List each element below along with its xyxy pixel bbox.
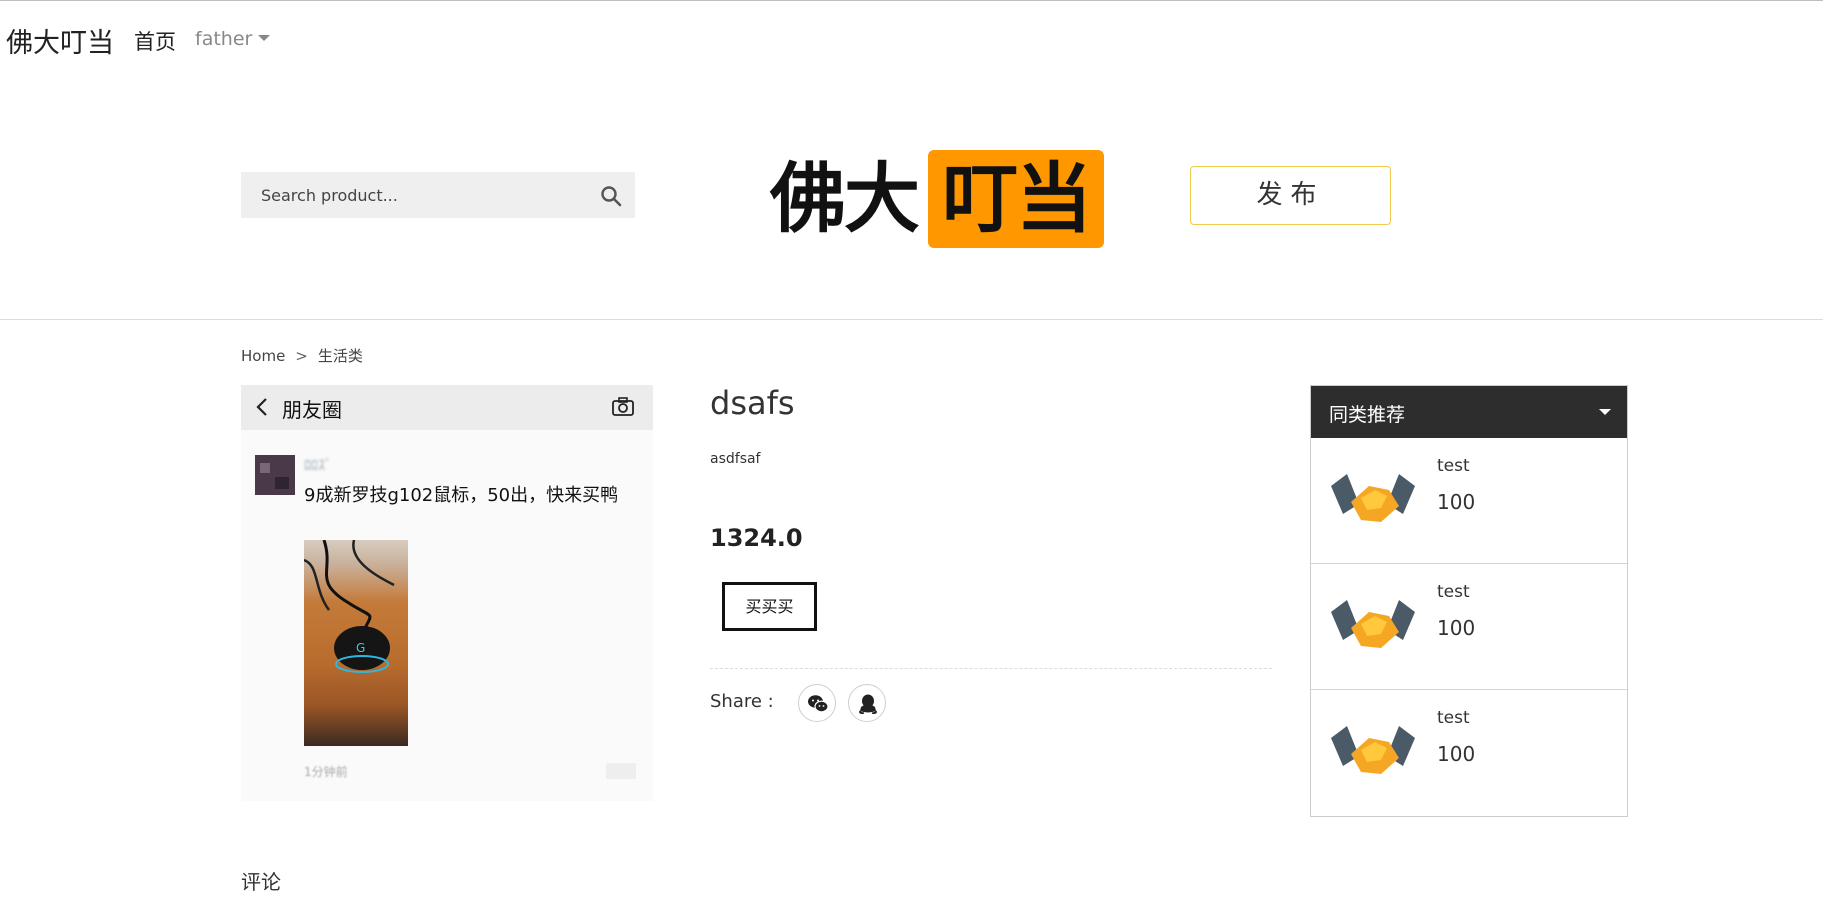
mouse-photo: G bbox=[304, 540, 408, 746]
breadcrumb-home[interactable]: Home bbox=[241, 347, 285, 365]
navbar: 佛大叮当 首页 father bbox=[0, 1, 1823, 73]
product-image: 朋友圈 ﾛﾛｽﾞ 9成新罗技g102鼠标，50出，快来买鸭 G 1分钟前 bbox=[241, 385, 653, 801]
camera-icon bbox=[612, 397, 634, 416]
image-topbar: 朋友圈 bbox=[241, 385, 653, 430]
breadcrumb: Home > 生活类 bbox=[241, 345, 363, 366]
qq-share-button[interactable] bbox=[848, 684, 886, 722]
recommendation-item[interactable]: test 100 bbox=[1311, 564, 1627, 690]
recommendation-name: test bbox=[1437, 456, 1470, 476]
buy-button[interactable]: 买买买 bbox=[722, 582, 817, 631]
image-topbar-title: 朋友圈 bbox=[282, 398, 342, 422]
recommendation-name: test bbox=[1437, 582, 1470, 602]
svg-text:G: G bbox=[356, 641, 365, 655]
wechat-icon bbox=[808, 695, 829, 713]
post-text: 9成新罗技g102鼠标，50出，快来买鸭 bbox=[304, 485, 619, 506]
product-description: asdfsaf bbox=[710, 451, 761, 467]
recommendation-name: test bbox=[1437, 708, 1470, 728]
breadcrumb-separator: > bbox=[295, 347, 308, 365]
handshake-icon bbox=[1331, 474, 1415, 522]
handshake-icon bbox=[1331, 600, 1415, 648]
publish-button[interactable]: 发布 bbox=[1190, 166, 1391, 225]
logo-text-left: 佛大 bbox=[770, 154, 920, 243]
recommendation-price: 100 bbox=[1437, 742, 1476, 766]
recommendation-title: 同类推荐 bbox=[1329, 404, 1406, 426]
avatar bbox=[255, 455, 295, 495]
caret-down-icon bbox=[1599, 409, 1611, 415]
wechat-share-button[interactable] bbox=[798, 684, 836, 722]
user-dropdown[interactable]: father bbox=[195, 28, 271, 50]
brand-link[interactable]: 佛大叮当 bbox=[6, 21, 114, 60]
qq-icon bbox=[859, 694, 877, 714]
recommendation-panel: 同类推荐 test 100 test 100 test 100 bbox=[1310, 385, 1628, 817]
breadcrumb-category[interactable]: 生活类 bbox=[318, 347, 363, 365]
nav-home-link[interactable]: 首页 bbox=[134, 26, 176, 56]
user-name: father bbox=[195, 28, 253, 50]
site-logo[interactable]: 佛大 叮当 bbox=[770, 150, 1104, 248]
back-arrow-icon bbox=[256, 398, 267, 416]
product-title: dsafs bbox=[710, 384, 795, 422]
caret-down-icon bbox=[258, 35, 271, 41]
recommendation-price: 100 bbox=[1437, 616, 1476, 640]
post-nickname: ﾛﾛｽﾞ bbox=[304, 458, 332, 474]
recommendation-item[interactable]: test 100 bbox=[1311, 690, 1627, 816]
header-divider bbox=[0, 319, 1823, 320]
recommendation-header[interactable]: 同类推荐 bbox=[1311, 386, 1627, 438]
search-icon[interactable] bbox=[599, 184, 623, 208]
recommendation-price: 100 bbox=[1437, 490, 1476, 514]
search-input[interactable] bbox=[241, 172, 581, 218]
divider bbox=[710, 668, 1272, 669]
product-price: 1324.0 bbox=[710, 524, 803, 552]
logo-text-right: 叮当 bbox=[928, 150, 1104, 248]
comments-heading: 评论 bbox=[241, 870, 281, 894]
recommendation-item[interactable]: test 100 bbox=[1311, 438, 1627, 564]
search-box bbox=[241, 172, 635, 218]
more-dots-icon bbox=[606, 763, 636, 779]
handshake-icon bbox=[1331, 726, 1415, 774]
share-label: Share : bbox=[710, 691, 774, 712]
post-time: 1分钟前 bbox=[304, 765, 348, 779]
